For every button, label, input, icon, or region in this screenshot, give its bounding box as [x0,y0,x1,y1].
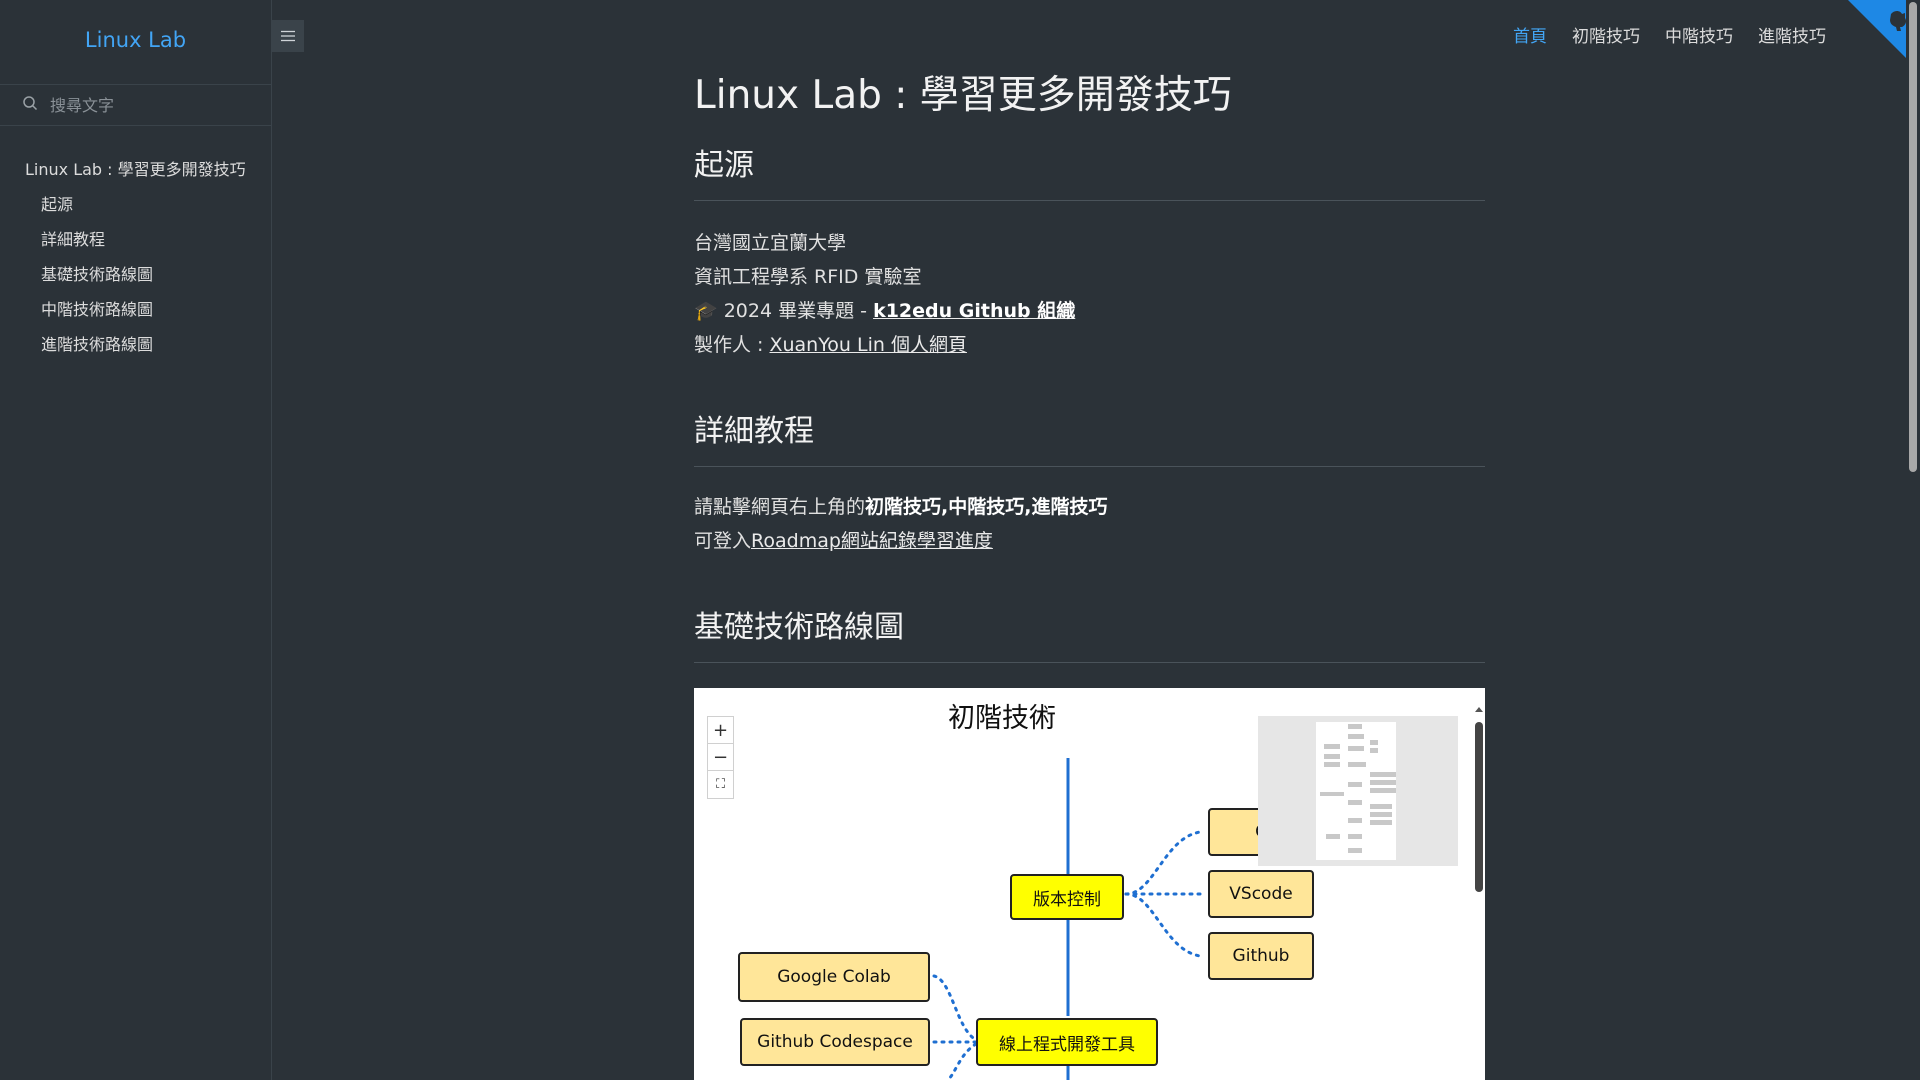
diagram-title: 初階技術 [948,703,1056,734]
page-title: Linux Lab : 學習更多開發技巧 [694,73,1232,118]
tutorial-line-1-prefix: 請點擊網頁右上角的 [694,496,866,518]
fit-view-button[interactable]: ⛶ [708,771,733,798]
toc-item-advanced-roadmap[interactable]: 進階技術路線圖 [0,327,271,362]
toc-item-title[interactable]: Linux Lab : 學習更多開發技巧 [0,152,271,187]
origin-line-1: 台灣國立宜蘭大學 [694,232,847,254]
tutorial-line-1: 請點擊網頁右上角的初階技巧,中階技巧,進階技巧 [694,490,1107,524]
zoom-out-button[interactable]: − [708,744,733,771]
nav-intermediate[interactable]: 中階技巧 [1665,22,1733,47]
node-github-codespace[interactable]: Github Codespace [740,1018,930,1066]
diagram-scrollbar-thumb[interactable] [1475,722,1483,892]
page-scrollbar[interactable] [1906,0,1920,1080]
section-basic-roadmap: 基礎技術路線圖 [694,602,1485,663]
node-google-colab[interactable]: Google Colab [738,952,930,1002]
table-of-contents: Linux Lab : 學習更多開發技巧 起源 詳細教程 基礎技術路線圖 中階技… [0,152,271,362]
minimap-preview [1320,724,1400,853]
origin-line-2: 資訊工程學系 RFID 實驗室 [694,266,922,288]
origin-line-4: 製作人 : XuanYou Lin 個人網頁 [694,328,1075,362]
search-box [0,84,271,126]
menu-toggle-button[interactable] [272,20,304,52]
toc-item-basic-roadmap[interactable]: 基礎技術路線圖 [0,257,271,292]
tutorial-line-2-prefix: 可登入 [694,530,752,552]
toc-item-origin[interactable]: 起源 [0,187,271,222]
node-vscode[interactable]: VScode [1208,870,1314,918]
roadmap-diagram[interactable]: 初階技術 + − ⛶ 版本控制 C VScode Github Google C… [694,688,1485,1080]
page-scrollbar-thumb[interactable] [1909,2,1917,472]
origin-text: 台灣國立宜蘭大學 資訊工程學系 RFID 實驗室 🎓 2024 畢業專題 - k… [694,226,1075,362]
divider [694,662,1485,663]
nav-beginner[interactable]: 初階技巧 [1572,22,1640,47]
divider [694,466,1485,467]
sidebar: Linux Lab Linux Lab : 學習更多開發技巧 起源 詳細教程 基… [0,0,272,1080]
node-version-control[interactable]: 版本控制 [1010,874,1124,920]
minimap-viewport [1316,722,1400,860]
app-name-link[interactable]: Linux Lab [0,28,271,52]
origin-line-3-prefix: 2024 畢業專題 - [723,300,874,322]
node-online-dev-tools[interactable]: 線上程式開發工具 [976,1018,1158,1066]
node-github[interactable]: Github [1208,932,1314,980]
diagram-minimap[interactable] [1258,716,1458,866]
tutorial-line-1-bold: 初階技巧,中階技巧,進階技巧 [865,496,1108,518]
origin-line-3: 🎓 2024 畢業專題 - k12edu Github 組織 [694,294,1075,328]
search-icon [22,95,38,115]
zoom-controls: + − ⛶ [707,716,734,799]
section-tutorial: 詳細教程 請點擊網頁右上角的初階技巧,中階技巧,進階技巧 可登入Roadmap網… [694,406,1485,552]
graduation-cap-icon: 🎓 [694,300,718,322]
nav-advanced[interactable]: 進階技巧 [1758,22,1826,47]
section-origin: 起源 台灣國立宜蘭大學 資訊工程學系 RFID 實驗室 🎓 2024 畢業專題 … [694,140,1485,356]
top-nav: 首頁 初階技巧 中階技巧 進階技巧 [1513,22,1826,47]
k12edu-github-link-text: k12edu Github 組織 [873,300,1076,322]
section-heading-tutorial: 詳細教程 [694,414,814,449]
toc-item-tutorial[interactable]: 詳細教程 [0,222,271,257]
tutorial-text: 請點擊網頁右上角的初階技巧,中階技巧,進階技巧 可登入Roadmap網站紀錄學習… [694,490,1107,558]
toc-item-intermediate-roadmap[interactable]: 中階技術路線圖 [0,292,271,327]
author-homepage-link[interactable]: XuanYou Lin 個人網頁 [769,334,966,356]
diagram-scrollbar[interactable] [1473,688,1485,1080]
origin-line-4-prefix: 製作人 : [694,334,770,356]
tutorial-line-2: 可登入Roadmap網站紀錄學習進度 [694,524,1107,558]
section-heading-origin: 起源 [694,148,754,183]
k12edu-github-link[interactable]: k12edu Github 組織 [873,300,1075,322]
roadmap-site-link[interactable]: Roadmap網站紀錄學習進度 [751,530,993,552]
search-input[interactable] [48,94,258,116]
zoom-in-button[interactable]: + [708,717,733,744]
section-heading-basic-roadmap: 基礎技術路線圖 [694,610,904,645]
hamburger-icon [281,30,295,42]
nav-home[interactable]: 首頁 [1513,22,1547,47]
divider [694,200,1485,201]
scroll-up-arrow-icon[interactable] [1473,704,1485,714]
